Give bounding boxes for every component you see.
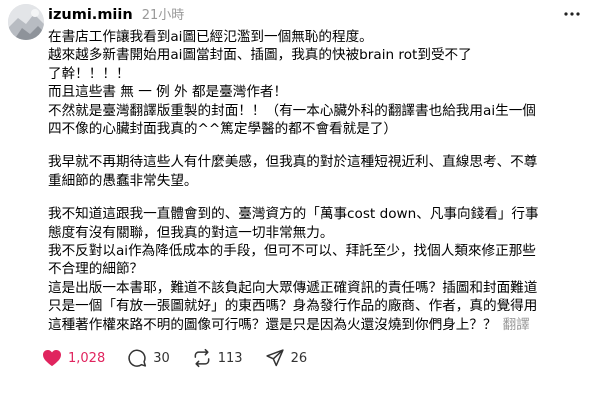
paragraph-1: 在書店工作讓我看到ai圖已經氾濫到一個無恥的程度。 越來越多新書開始用ai圖當封… <box>48 28 588 138</box>
post-line: 不合理的細節？ <box>48 261 144 278</box>
username[interactable]: izumi.miin <box>48 7 133 23</box>
post-line-last: 這種著作權來路不明的圖像可行嗎？還是只是因為火還沒燒到你們身上？？ 翻譯 <box>48 316 588 334</box>
post-line: 我不反對以ai作為降低成本的手段，但可不可以、拜託至少，找個人類來修正那些 <box>48 243 536 260</box>
comment-button[interactable]: 30 <box>127 348 170 368</box>
post-line: 越來越多新書開始用ai圖當封面、插圖，我真的快被brain rot到受不了 <box>48 47 472 64</box>
more-icon[interactable] <box>562 6 582 22</box>
thread-post: izumi.miin 21小時 在書店工作讓我看到ai圖已經氾濫到一個無恥的程度… <box>0 0 596 402</box>
post-line: 態度有沒有關聯，但我真的對這一切非常無力。 <box>48 224 334 241</box>
post-line: 重細節的愚蠢非常失望。 <box>48 172 198 189</box>
post-line: 我早就不再期待這些人有什麼美感，但我真的對於這種短視近利、直線思考、不尊 <box>48 154 538 171</box>
translate-link[interactable]: 翻譯 <box>503 317 530 333</box>
post-line: 這是出版一本書耶，難道不該負起向大眾傳遞正確資訊的責任嗎？插圖和封面難道 <box>48 279 538 296</box>
share-button[interactable]: 26 <box>265 348 308 368</box>
post-line: 只是一個「有放一張圖就好」的東西嗎？身為發行作品的廠商、作者，真的覺得用 <box>48 298 538 315</box>
post-line: 不然就是臺灣翻譯版重製的封面！！（有一本心臟外科的翻譯書也給我用ai生一個 <box>48 102 536 119</box>
like-count: 1,028 <box>68 350 106 366</box>
post-header: izumi.miin 21小時 <box>48 4 184 26</box>
share-count: 26 <box>290 350 308 366</box>
repost-button[interactable]: 113 <box>192 348 243 368</box>
post-body: 在書店工作讓我看到ai圖已經氾濫到一個無恥的程度。 越來越多新書開始用ai圖當封… <box>48 28 588 334</box>
paragraph-3: 我不知道這跟我一直體會到的、臺灣資方的「萬事cost down、凡事向錢看」行事… <box>48 205 588 334</box>
avatar-image <box>8 4 44 40</box>
comment-icon <box>128 349 147 367</box>
comment-count: 30 <box>153 350 170 366</box>
post-time: 21小時 <box>141 8 185 23</box>
heart-icon <box>43 349 61 367</box>
post-line: 四不像的心臟封面我真的^^篤定學醫的都不會看就是了） <box>48 121 398 138</box>
post-line: 了幹！！！！ <box>48 65 130 82</box>
post-line-text: 這種著作權來路不明的圖像可行嗎？還是只是因為火還沒燒到你們身上？？ <box>48 316 497 333</box>
post-line: 我不知道這跟我一直體會到的、臺灣資方的「萬事cost down、凡事向錢看」行事 <box>48 206 539 223</box>
post-line: 而且這些書 無 一 例 外 都是臺灣作者！ <box>48 84 288 101</box>
action-bar: 1,028 30 113 26 <box>42 345 329 371</box>
avatar[interactable] <box>8 4 44 40</box>
repost-count: 113 <box>217 350 243 366</box>
post-line: 在書店工作讓我看到ai圖已經氾濫到一個無恥的程度。 <box>48 29 373 45</box>
repost-icon <box>194 348 210 368</box>
paragraph-2: 我早就不再期待這些人有什麼美感，但我真的對於這種短視近利、直線思考、不尊 重細節… <box>48 153 588 190</box>
share-icon <box>265 349 284 367</box>
like-button[interactable]: 1,028 <box>42 349 105 367</box>
